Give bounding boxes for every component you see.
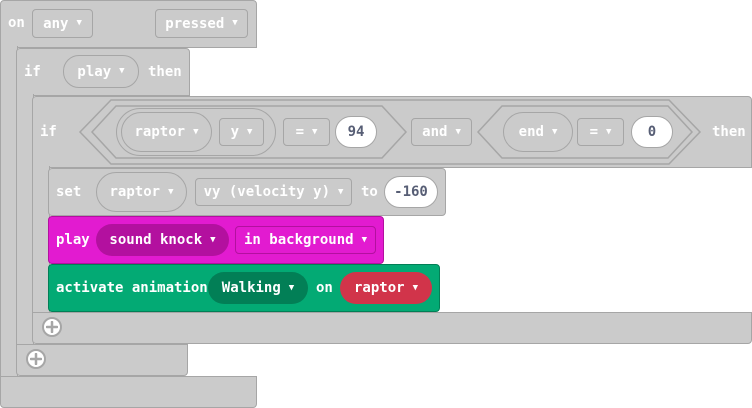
set-to-label: to (361, 184, 378, 200)
dropdown-arrow-icon: ▼ (168, 186, 174, 197)
play-mode-dropdown[interactable]: in background ▼ (235, 226, 376, 254)
animation-on-label: on (316, 280, 333, 296)
dropdown-arrow-icon: ▼ (338, 186, 344, 197)
property-dropdown[interactable]: y ▼ (219, 118, 264, 146)
set-property-dropdown[interactable]: vy (velocity y) ▼ (195, 178, 352, 206)
play-condition-dropdown[interactable]: play ▼ (63, 55, 139, 88)
left-operator-dropdown[interactable]: = ▼ (283, 118, 330, 146)
right-value-input[interactable]: 0 (631, 116, 673, 148)
event-on-label: on (8, 15, 25, 31)
animation-sprite-label: raptor (354, 280, 405, 296)
animation-dropdown[interactable]: Walking ▼ (208, 272, 308, 304)
button-dropdown-label: any (43, 15, 69, 32)
play-condition-label: play (77, 63, 112, 80)
event-block-bottom (0, 376, 257, 408)
set-sprite-label: raptor (109, 184, 161, 200)
logic-operator-label: and (422, 124, 448, 140)
sprite-dropdown-label: raptor (134, 124, 186, 140)
sound-dropdown-label: sound knock (109, 232, 203, 248)
right-value-text: 0 (647, 124, 657, 140)
dropdown-arrow-icon: ▼ (119, 66, 125, 76)
sprite-dropdown[interactable]: raptor ▼ (121, 112, 212, 152)
right-operator-dropdown[interactable]: = ▼ (577, 118, 624, 146)
dropdown-arrow-icon: ▼ (551, 126, 558, 137)
set-value-text: -160 (394, 184, 428, 200)
dropdown-arrow-icon: ▼ (312, 126, 318, 137)
dropdown-arrow-icon: ▼ (455, 126, 461, 137)
outer-if-label: if (24, 64, 41, 80)
left-operator-label: = (295, 124, 304, 140)
button-dropdown[interactable]: any ▼ (32, 9, 93, 38)
left-value-text: 94 (347, 124, 365, 140)
end-dropdown-label: end (518, 124, 544, 140)
animation-dropdown-label: Walking (221, 280, 281, 296)
property-dropdown-label: y (230, 124, 239, 140)
play-mode-label: in background (244, 232, 354, 248)
inner-if-footer (32, 312, 752, 344)
left-value-input[interactable]: 94 (335, 116, 377, 148)
plus-circle-icon[interactable] (26, 349, 46, 369)
set-sprite-dropdown[interactable]: raptor ▼ (96, 172, 187, 212)
dropdown-arrow-icon: ▼ (412, 282, 418, 293)
event-type-dropdown-label: pressed (165, 15, 225, 32)
dropdown-arrow-icon: ▼ (247, 126, 253, 137)
dropdown-arrow-icon: ▼ (210, 234, 216, 245)
right-operator-label: = (589, 124, 598, 140)
set-value-input[interactable]: -160 (384, 176, 438, 208)
dropdown-arrow-icon: ▼ (193, 126, 199, 137)
sound-dropdown[interactable]: sound knock ▼ (96, 224, 229, 256)
dropdown-arrow-icon: ▼ (232, 18, 238, 28)
outer-then-label: then (148, 64, 182, 80)
dropdown-arrow-icon: ▼ (361, 234, 367, 245)
inner-if-label: if (40, 124, 57, 140)
play-label: play (56, 232, 90, 248)
inner-then-label: then (712, 124, 746, 140)
plus-circle-icon[interactable] (42, 317, 62, 337)
event-type-dropdown[interactable]: pressed ▼ (155, 9, 248, 38)
animation-sprite-reporter[interactable]: raptor ▼ (340, 272, 432, 304)
end-dropdown[interactable]: end ▼ (503, 112, 573, 152)
dropdown-arrow-icon: ▼ (606, 126, 612, 137)
set-property-label: vy (velocity y) (203, 184, 330, 200)
dropdown-arrow-icon: ▼ (288, 282, 295, 293)
logic-operator-dropdown[interactable]: and ▼ (411, 118, 472, 146)
dropdown-arrow-icon: ▼ (76, 18, 82, 28)
set-label: set (56, 184, 82, 200)
activate-animation-label: activate animation (56, 280, 208, 296)
